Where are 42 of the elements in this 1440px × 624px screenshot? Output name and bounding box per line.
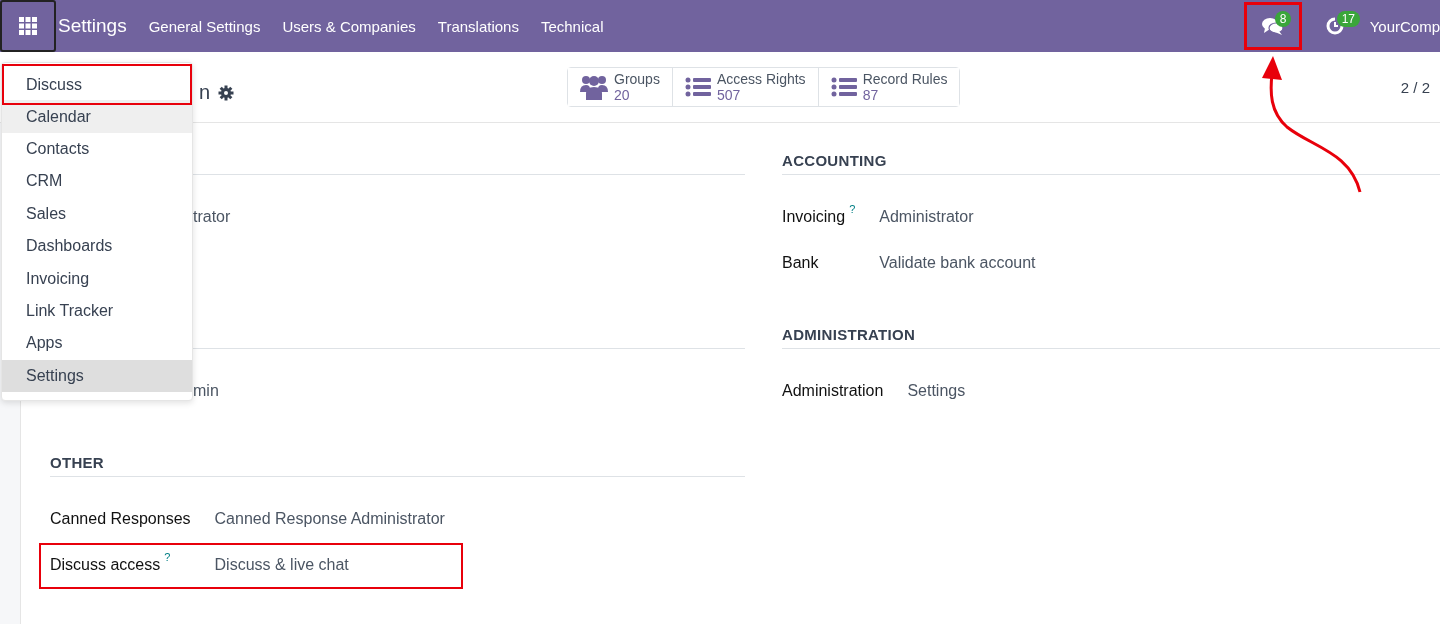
gear-icon[interactable] bbox=[218, 84, 235, 101]
nav-menu-item[interactable]: Technical bbox=[540, 17, 604, 35]
field-label: Canned Responses bbox=[50, 509, 191, 528]
app-menu-item[interactable]: Link Tracker bbox=[2, 294, 192, 328]
message-count-badge: 8 bbox=[1274, 11, 1292, 27]
field-value: min bbox=[193, 381, 219, 400]
field-label: Discuss access $^{?}$ bbox=[50, 555, 172, 574]
field-value: Administrator bbox=[879, 207, 975, 226]
field-value: Discuss & live chat bbox=[214, 555, 350, 574]
app-menu-item[interactable]: Apps bbox=[2, 327, 192, 360]
app-menu-item[interactable]: Invoicing bbox=[2, 262, 192, 295]
breadcrumb-title: n bbox=[199, 81, 211, 104]
app-menu-item[interactable]: Contacts bbox=[2, 132, 192, 166]
list-icon bbox=[830, 76, 857, 97]
field-label: Invoicing $^{?}$ bbox=[782, 207, 856, 226]
app-menu-item[interactable]: Calendar bbox=[2, 100, 192, 133]
field-value: Canned Response Administrator bbox=[214, 509, 446, 528]
section-heading: ADMINISTRATION bbox=[782, 326, 916, 343]
app-menu-item[interactable]: Settings bbox=[2, 359, 192, 392]
users-icon bbox=[580, 73, 608, 100]
section-heading: ACCOUNTING bbox=[782, 152, 887, 169]
field-value: Settings bbox=[907, 381, 967, 400]
field-value: Validate bank account bbox=[879, 253, 1037, 272]
field-label: Bank bbox=[782, 253, 820, 272]
app-menu-item[interactable]: Dashboards bbox=[2, 229, 192, 263]
app-menu-item[interactable]: CRM bbox=[2, 165, 192, 198]
nav-menu-item[interactable]: General Settings bbox=[148, 17, 261, 35]
list-icon bbox=[684, 76, 711, 97]
field-label: Administration bbox=[782, 381, 884, 400]
smart-button[interactable]: Groups 20 bbox=[568, 68, 673, 106]
section-heading: OTHER bbox=[50, 454, 104, 471]
nav-menu-item[interactable]: Translations bbox=[437, 17, 519, 35]
app-title: Settings bbox=[58, 15, 127, 37]
company-name: YourComp bbox=[1369, 17, 1440, 35]
app-menu-item[interactable]: Discuss bbox=[2, 64, 192, 105]
nav-menu-item[interactable]: Users & Companies bbox=[282, 17, 416, 35]
pager[interactable]: 2 / 2 bbox=[1400, 78, 1430, 96]
app-menu-item[interactable]: Sales bbox=[2, 197, 192, 230]
grid-icon bbox=[19, 17, 37, 35]
field-value: trator bbox=[193, 207, 231, 226]
app-menu-button[interactable] bbox=[0, 0, 56, 52]
activity-count-badge: 17 bbox=[1336, 11, 1361, 27]
